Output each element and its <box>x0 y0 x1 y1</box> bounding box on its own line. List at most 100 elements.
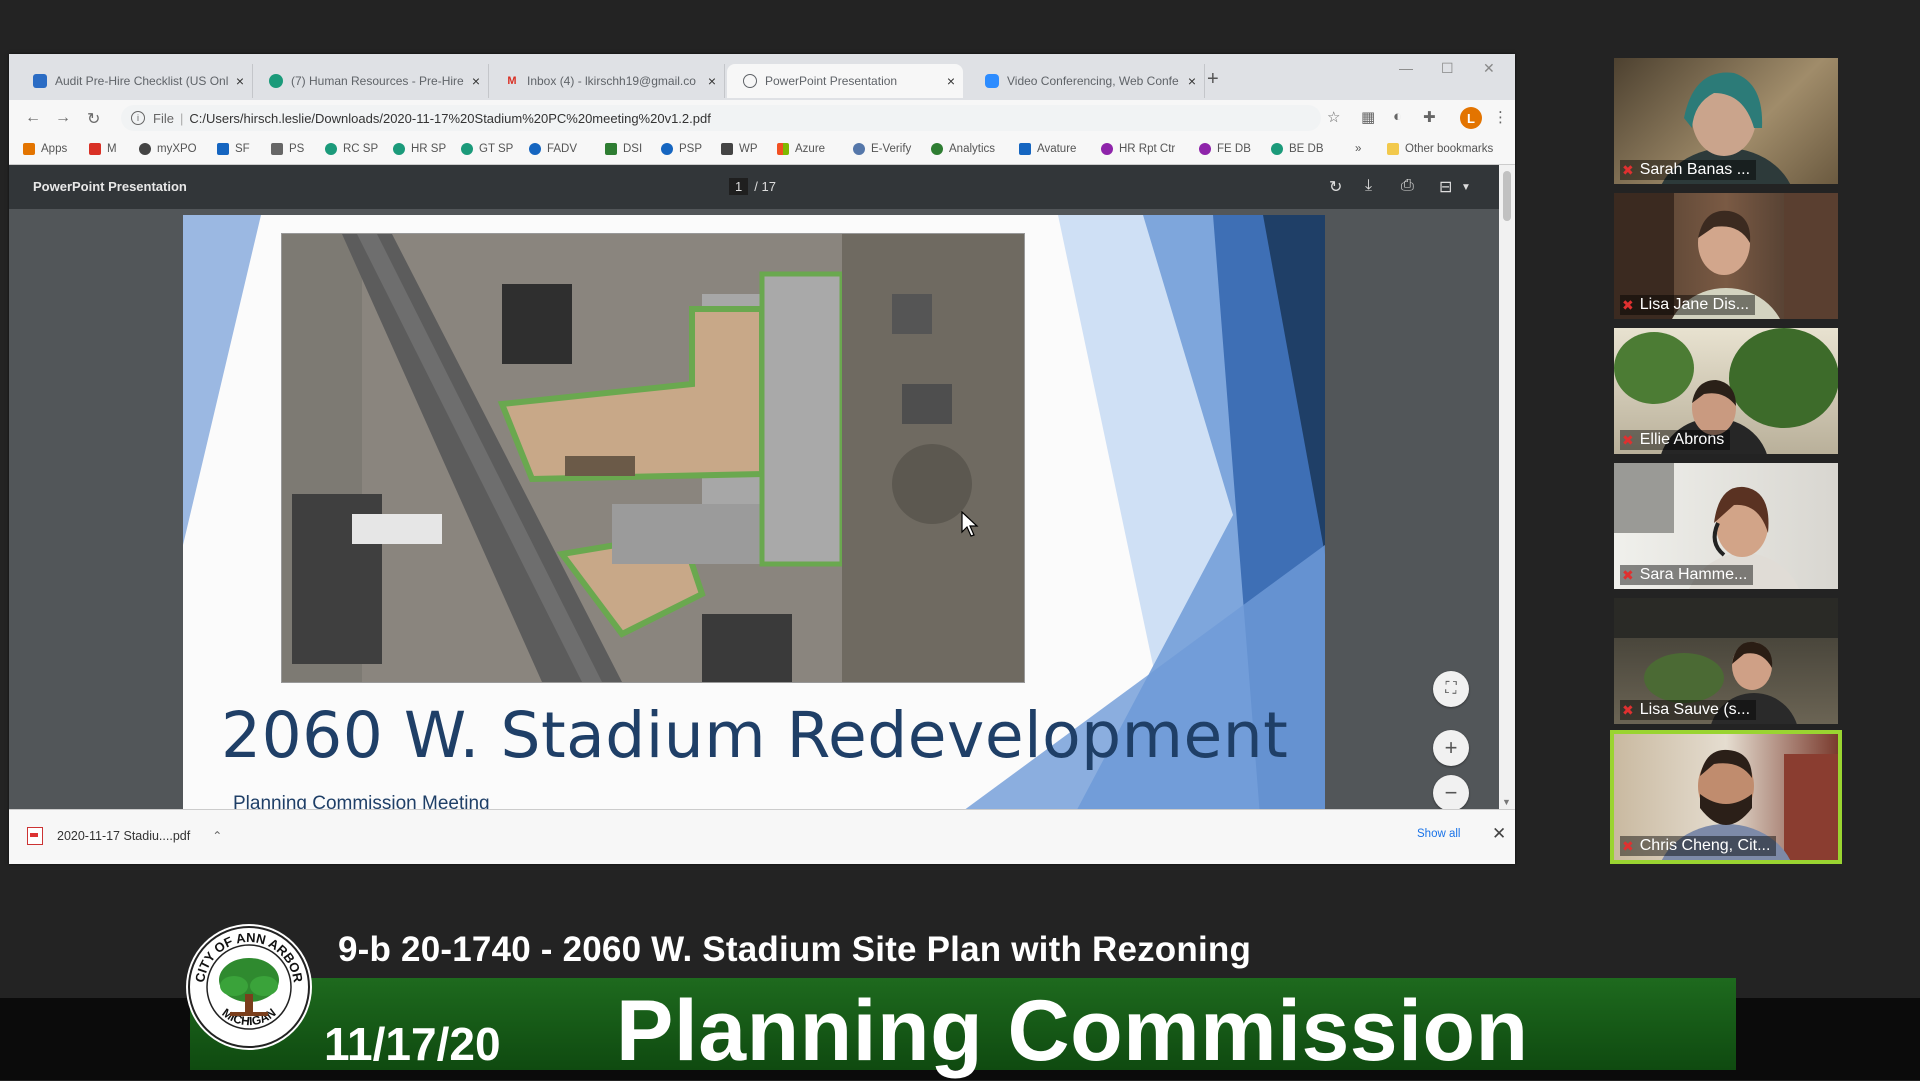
rotate-icon[interactable]: ↻ <box>1329 177 1342 197</box>
extension-grid-icon[interactable]: ▦ <box>1361 108 1375 126</box>
bookmarks-bar: Apps M myXPO SF PS RC SP HR SP GT SP FAD… <box>9 136 1515 165</box>
close-downloads-icon[interactable]: ✕ <box>1492 824 1506 844</box>
tab-audit-checklist[interactable]: Audit Pre-Hire Checklist (US Onl × <box>17 64 253 98</box>
tab-label: PowerPoint Presentation <box>765 74 898 88</box>
participant-name: ✖ Ellie Abrons <box>1620 430 1731 450</box>
download-icon[interactable]: ⤓ <box>1365 177 1372 195</box>
url-input[interactable]: i File | C:/Users/hirsch.leslie/Download… <box>121 105 1321 131</box>
close-icon[interactable]: × <box>708 73 716 89</box>
participant-tile[interactable]: ✖ Lisa Jane Dis... <box>1614 193 1838 319</box>
slide-subtitle: Planning Commission Meeting <box>233 793 490 809</box>
scrollbar-thumb[interactable] <box>1503 171 1511 221</box>
download-item[interactable]: 2020-11-17 Stadiu....pdf ⌃ <box>27 827 222 845</box>
bookmark-m[interactable]: M <box>89 143 117 155</box>
muted-mic-icon: ✖ <box>1622 161 1634 178</box>
bookmark-icon <box>217 143 229 155</box>
page-number-input[interactable]: 1 <box>729 178 749 195</box>
viewer-scrollbar[interactable]: ▼ <box>1499 165 1515 809</box>
reload-icon[interactable]: ↻ <box>87 109 100 129</box>
extensions-puzzle-icon[interactable]: ✚ <box>1423 108 1436 126</box>
back-icon[interactable]: ← <box>25 109 41 127</box>
sharepoint-icon <box>461 143 473 155</box>
bookmark-sf[interactable]: SF <box>217 143 250 155</box>
bookmark-other-bookmarks[interactable]: Other bookmarks <box>1387 143 1493 155</box>
pdf-title: PowerPoint Presentation <box>33 179 187 194</box>
bookmark-dsi[interactable]: DSI <box>605 143 642 155</box>
participant-tile[interactable]: ✖ Ellie Abrons <box>1614 328 1838 454</box>
bookmark-fe-db[interactable]: FE DB <box>1199 143 1251 155</box>
profile-avatar[interactable]: L <box>1460 107 1482 129</box>
star-icon[interactable]: ☆ <box>1327 108 1340 126</box>
extension-circle-icon[interactable]: ◐ <box>1393 108 1402 125</box>
print-icon[interactable]: ⎙ <box>1401 177 1414 195</box>
close-icon[interactable]: × <box>947 73 955 89</box>
tab-label: Inbox (4) - lkirschh19@gmail.co <box>527 74 696 88</box>
bookmark-psp[interactable]: PSP <box>661 143 702 155</box>
avature-icon <box>1019 143 1031 155</box>
bookmark-icon <box>661 143 673 155</box>
bookmark-icon <box>271 143 283 155</box>
pdf-viewer[interactable]: 2060 W. Stadium Redevelopment Planning C… <box>9 209 1499 809</box>
bookmark-e-verify[interactable]: E-Verify <box>853 143 911 155</box>
zoom-out-button[interactable]: − <box>1433 775 1469 809</box>
bookmark-ps[interactable]: PS <box>271 143 304 155</box>
bookmark-icon <box>139 143 151 155</box>
bookmark-hr-rpt-ctr[interactable]: HR Rpt Ctr <box>1101 143 1175 155</box>
bookmark-gt-sp[interactable]: GT SP <box>461 143 513 155</box>
bookmark-hr-sp[interactable]: HR SP <box>393 143 446 155</box>
tab-strip: Audit Pre-Hire Checklist (US Onl × (7) H… <box>9 54 1515 100</box>
close-icon[interactable]: × <box>236 73 244 89</box>
scroll-down-icon[interactable]: ▼ <box>1502 797 1511 807</box>
bookmark-apps[interactable]: Apps <box>23 143 67 155</box>
minimize-icon[interactable]: — <box>1399 60 1413 76</box>
chevron-down-icon[interactable]: ▼ <box>1461 182 1471 193</box>
bookmark-myxpo[interactable]: myXPO <box>139 143 197 155</box>
pdf-toolbar: PowerPoint Presentation 1 / 17 ↻ ⤓ ⎙ ⊟ ▼ <box>9 165 1499 209</box>
zoom-in-button[interactable]: + <box>1433 730 1469 766</box>
bookmark-icon <box>1101 143 1113 155</box>
participant-tile-active-speaker[interactable]: ✖ Chris Cheng, Cit... <box>1610 730 1842 864</box>
close-icon[interactable]: × <box>1188 73 1196 89</box>
bookmark-azure[interactable]: Azure <box>777 143 825 155</box>
close-window-icon[interactable]: ✕ <box>1483 60 1495 77</box>
menu-dots-icon[interactable]: ⋮ <box>1493 108 1508 126</box>
tab-human-resources[interactable]: (7) Human Resources - Pre-Hire × <box>253 64 489 98</box>
meeting-title: Planning Commission <box>616 983 1529 1079</box>
bookmark-avature[interactable]: Avature <box>1019 143 1076 155</box>
pdf-file-icon <box>27 827 43 845</box>
tab-powerpoint-presentation[interactable]: PowerPoint Presentation × <box>727 64 963 98</box>
bookmark-wp[interactable]: WP <box>721 143 758 155</box>
bookmark-be-db[interactable]: BE DB <box>1271 143 1324 155</box>
close-icon[interactable]: × <box>472 73 480 89</box>
tab-gmail-inbox[interactable]: M Inbox (4) - lkirschh19@gmail.co × <box>489 64 725 98</box>
muted-mic-icon: ✖ <box>1622 701 1634 718</box>
meeting-date: 11/17/20 <box>324 1018 501 1070</box>
participant-name: ✖ Sarah Banas ... <box>1620 160 1757 180</box>
bookmark-analytics[interactable]: Analytics <box>931 143 995 155</box>
zoom-icon <box>985 74 999 88</box>
participant-tile[interactable]: ✖ Lisa Sauve (s... <box>1614 598 1838 724</box>
tab-video-conferencing[interactable]: Video Conferencing, Web Confe × <box>969 64 1205 98</box>
participant-name: ✖ Sara Hamme... <box>1620 565 1754 585</box>
wordpress-icon <box>721 143 733 155</box>
chevron-up-icon[interactable]: ⌃ <box>212 829 222 843</box>
new-tab-button[interactable]: + <box>1207 68 1219 91</box>
participant-name: ✖ Lisa Sauve (s... <box>1620 700 1757 720</box>
page-indicator: 1 / 17 <box>729 178 776 195</box>
more-bookmarks-icon[interactable]: » <box>1355 143 1361 155</box>
bookmark-rc-sp[interactable]: RC SP <box>325 143 378 155</box>
forward-icon[interactable]: → <box>55 109 71 127</box>
maximize-icon[interactable]: ☐ <box>1441 60 1454 77</box>
address-bar: ← → ↻ i File | C:/Users/hirsch.leslie/Do… <box>9 100 1515 136</box>
url-text: C:/Users/hirsch.leslie/Downloads/2020-11… <box>189 110 711 126</box>
info-icon[interactable]: i <box>131 111 145 125</box>
city-seal-logo: CITY OF ANN ARBOR MICHIGAN <box>186 924 312 1050</box>
show-all-button[interactable]: Show all <box>1417 828 1460 840</box>
ann-arbor-tree-icon: CITY OF ANN ARBOR MICHIGAN <box>188 926 310 1048</box>
fit-page-button[interactable]: ⛶ <box>1433 671 1469 707</box>
participant-tile[interactable]: ✖ Sarah Banas ... <box>1614 58 1838 184</box>
bookmark-fadv[interactable]: FADV <box>529 143 577 155</box>
bookmark-icon[interactable]: ⊟ <box>1439 177 1452 197</box>
participant-tile[interactable]: ✖ Sara Hamme... <box>1614 463 1838 589</box>
downloads-bar: 2020-11-17 Stadiu....pdf ⌃ Show all ✕ <box>9 809 1515 864</box>
